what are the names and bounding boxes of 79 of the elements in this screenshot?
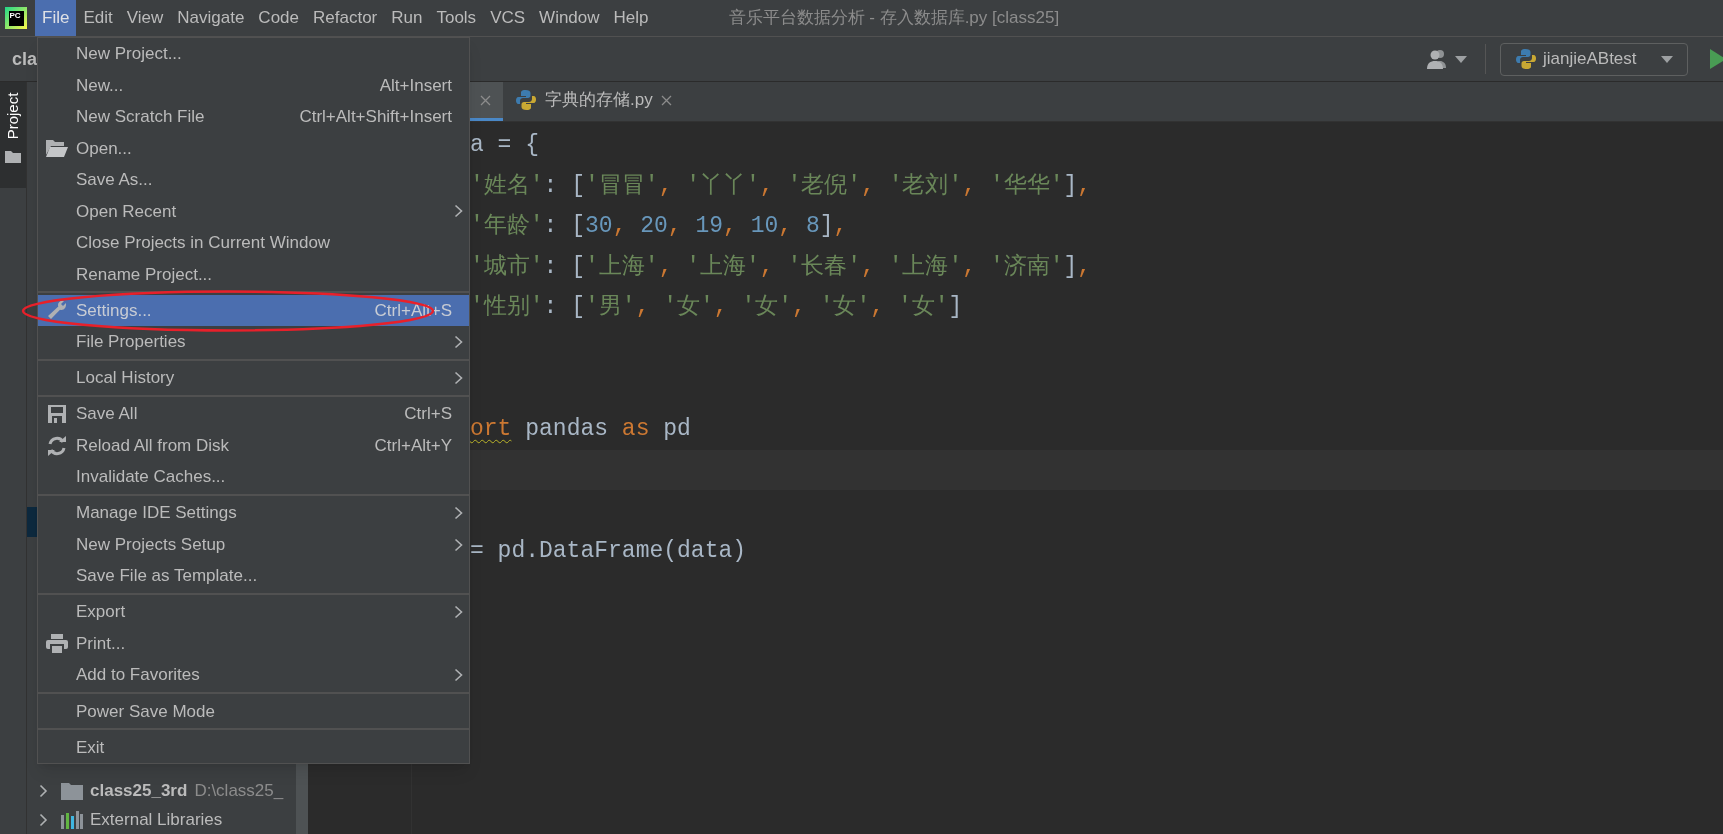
menu-bar-item[interactable]: Help [606, 0, 656, 36]
wrench-icon [47, 300, 67, 321]
folder-icon [61, 781, 83, 800]
project-tool-tab[interactable]: Project [0, 82, 26, 188]
code-line: = pd.DataFrame(data) [470, 537, 747, 566]
menu-item[interactable]: Open... [38, 132, 469, 164]
tree-row[interactable]: External Libraries [27, 805, 296, 834]
users-icon [1427, 49, 1449, 69]
open-folder-icon [46, 139, 68, 157]
reload-icon [47, 435, 67, 456]
menu-bar-item[interactable]: Run [384, 0, 430, 36]
tree-path: D:\class25_ [194, 779, 284, 802]
submenu-chevron-icon[interactable] [454, 605, 463, 620]
submenu-chevron-icon[interactable] [454, 506, 463, 521]
shortcut-label: Ctrl+Alt+Shift+Insert [299, 106, 452, 128]
menu-item[interactable]: Save File as Template... [38, 560, 469, 592]
menu-item[interactable]: Exit [38, 731, 469, 764]
folder-icon [5, 150, 21, 163]
menu-item[interactable]: Add to Favorites [38, 659, 469, 691]
collapsed-chevron-icon[interactable] [39, 812, 48, 827]
menu-item[interactable]: Open Recent [38, 195, 469, 227]
caret-icon[interactable] [1661, 55, 1673, 63]
menu-bar-item[interactable]: File [35, 0, 77, 36]
submenu-chevron-icon[interactable] [454, 537, 463, 552]
shortcut-label: Ctrl+S [404, 403, 452, 426]
code-line: '城市': ['上海', '上海', '长春', '上海', '济南'], [470, 252, 1092, 282]
submenu-chevron-icon[interactable] [454, 204, 463, 219]
caret-icon[interactable] [1455, 55, 1467, 63]
menu-item[interactable]: Manage IDE Settings [38, 497, 469, 529]
run-icon[interactable] [1710, 49, 1723, 69]
menu-bar-item[interactable]: Edit [76, 0, 120, 36]
menu-bar-item[interactable]: View [119, 0, 171, 36]
printer-icon [46, 633, 68, 654]
python-file-icon [515, 89, 537, 111]
menu-item[interactable]: Export [38, 596, 469, 628]
tree-row[interactable]: class25_3rd D:\class25_ [27, 776, 296, 805]
python-icon [1515, 48, 1537, 70]
tree-label: External Libraries [90, 808, 223, 831]
tree-label: class25_3rd [90, 779, 188, 802]
code-line: '姓名': ['冒冒', '丫丫', '老倪', '老刘', '华华'], [470, 171, 1092, 201]
editor-tab[interactable] [468, 82, 503, 121]
menu-item[interactable]: New Projects Setup [38, 528, 469, 561]
code-line: a = { [470, 131, 539, 161]
menu-bar-item[interactable]: Code [251, 0, 306, 36]
menu-item[interactable]: Print... [38, 627, 469, 660]
menu-item[interactable]: New Project... [38, 38, 469, 70]
menu-item[interactable]: Rename Project... [38, 258, 469, 290]
shortcut-label: Ctrl+Alt+Y [374, 434, 452, 457]
menu-item[interactable]: Power Save Mode [38, 695, 469, 728]
menu-bar-item[interactable]: VCS [483, 0, 533, 36]
submenu-chevron-icon[interactable] [454, 668, 463, 683]
menu-bar-item[interactable]: Navigate [170, 0, 252, 36]
submenu-chevron-icon[interactable] [454, 334, 463, 349]
menu-item[interactable]: File Properties [38, 326, 469, 358]
menu-bar-item[interactable]: Window [532, 0, 607, 36]
logo-text: PC [8, 10, 24, 26]
menu-item[interactable]: New Scratch File Ctrl+Alt+Shift+Insert [38, 101, 469, 133]
project-name: cla [12, 47, 38, 71]
menu-bar-item[interactable]: Refactor [306, 0, 385, 36]
code-line: ort pandas as pd [470, 415, 691, 445]
menu-item[interactable]: New... Alt+Insert [38, 69, 469, 101]
shortcut-label: Alt+Insert [379, 74, 452, 97]
code-line: '年龄': [30, 20, 19, 10, 8], [470, 212, 848, 242]
menu-bar-item[interactable]: Tools [429, 0, 484, 36]
menu-item[interactable]: Save All Ctrl+S [38, 398, 469, 430]
run-configuration-dropdown[interactable]: jianjieABtest [1500, 42, 1688, 76]
library-icon [61, 810, 83, 829]
window-title: 音乐平台数据分析 - 存入数据库.py [class25] [728, 7, 1060, 30]
collapsed-chevron-icon[interactable] [39, 783, 48, 798]
menu-item[interactable]: Close Projects in Current Window [38, 227, 469, 259]
users-button[interactable] [1427, 49, 1467, 69]
menu-item[interactable]: Reload All from Disk Ctrl+Alt+Y [38, 429, 469, 462]
close-icon[interactable] [660, 94, 672, 106]
submenu-chevron-icon[interactable] [454, 370, 463, 385]
code-line: '性别': ['男', '女', '女', '女', '女'] [470, 293, 963, 323]
menu-item[interactable]: Invalidate Caches... [38, 461, 469, 493]
menu-item[interactable]: Save As... [38, 164, 469, 196]
menu-item[interactable]: Local History [38, 362, 469, 394]
editor-tab[interactable]: 字典的存储.py [503, 82, 684, 121]
